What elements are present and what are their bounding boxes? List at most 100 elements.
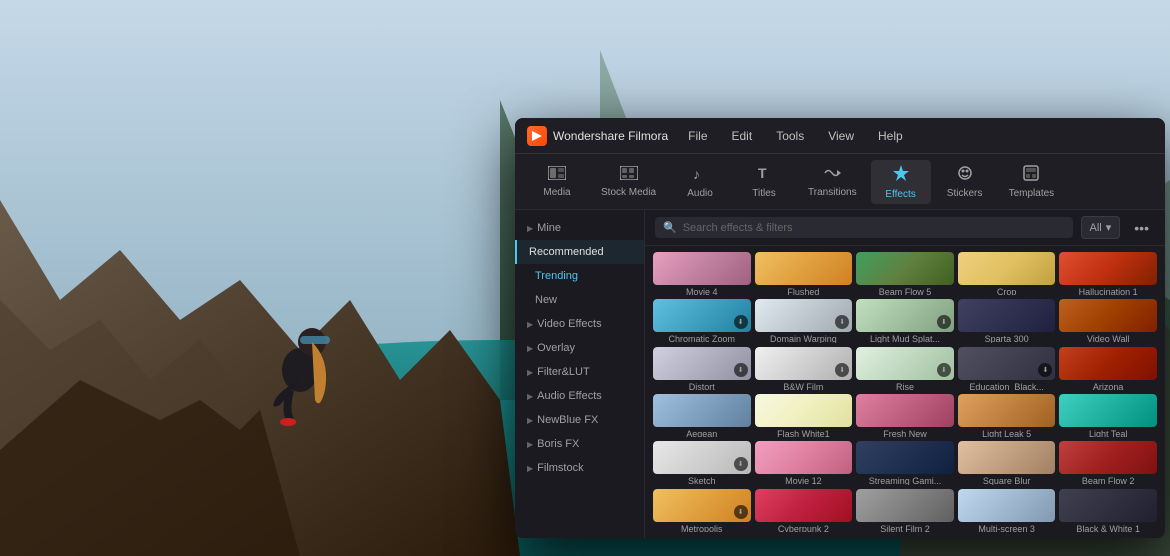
sidebar-item-filter-lut[interactable]: ▶ Filter&LUT xyxy=(515,360,644,384)
effect-item-multiscreen[interactable]: Multi-screen 3 xyxy=(958,489,1056,532)
sidebar-item-audio-effects[interactable]: ▶ Audio Effects xyxy=(515,384,644,408)
menu-view[interactable]: View xyxy=(824,127,858,145)
effect-label-movie4: Movie 4 xyxy=(653,285,751,295)
sidebar-item-mine[interactable]: ▶ Mine xyxy=(515,216,644,240)
effect-label-aegean: Aegean xyxy=(653,427,751,437)
effect-item-streaminggame[interactable]: Streaming Gami... xyxy=(856,441,954,484)
main-content: ▶ Mine Recommended Trending New ▶ Video … xyxy=(515,210,1165,538)
stickers-label: Stickers xyxy=(947,188,983,199)
effect-thumb-metropolis: ⬇ xyxy=(653,489,751,522)
sidebar-newblue-label: NewBlue FX xyxy=(537,414,598,426)
download-badge: ⬇ xyxy=(937,363,951,377)
effect-item-lightmud[interactable]: ⬇Light Mud Splat... xyxy=(856,299,954,342)
menu-tools[interactable]: Tools xyxy=(772,127,808,145)
effect-thumb-movie4 xyxy=(653,252,751,285)
svg-text:T: T xyxy=(758,165,767,181)
effect-label-streaminggame: Streaming Gami... xyxy=(856,474,954,484)
menu-edit[interactable]: Edit xyxy=(728,127,757,145)
effect-label-freshnew: Fresh New xyxy=(856,427,954,437)
effect-item-flushed[interactable]: Flushed xyxy=(755,252,853,295)
effect-thumb-lightteal xyxy=(1059,394,1157,427)
transitions-label: Transitions xyxy=(808,187,857,198)
effect-thumb-beamflow2 xyxy=(1059,441,1157,474)
tool-transitions[interactable]: Transitions xyxy=(798,162,867,202)
filter-dropdown[interactable]: All ▾ xyxy=(1081,216,1121,239)
effect-thumb-freshnew xyxy=(856,394,954,427)
menu-help[interactable]: Help xyxy=(874,127,907,145)
tool-media[interactable]: Media xyxy=(527,162,587,202)
effect-label-multiscreen: Multi-screen 3 xyxy=(958,522,1056,532)
app-title: Wondershare Filmora xyxy=(553,129,668,143)
templates-label: Templates xyxy=(1009,188,1055,199)
effect-label-beamflow2: Beam Flow 2 xyxy=(1059,474,1157,484)
effect-item-chromatic[interactable]: ⬇Chromatic Zoom xyxy=(653,299,751,342)
sidebar-item-recommended[interactable]: Recommended xyxy=(515,240,644,264)
tool-audio[interactable]: ♪ Audio xyxy=(670,161,730,203)
sidebar-item-video-effects[interactable]: ▶ Video Effects xyxy=(515,312,644,336)
tool-titles[interactable]: T Titles xyxy=(734,161,794,203)
effect-item-hallucination1[interactable]: Hallucination 1 xyxy=(1059,252,1157,295)
effect-item-bwfilm[interactable]: ⬇B&W Film xyxy=(755,347,853,390)
effect-item-lightleak5[interactable]: Light Leak 5 xyxy=(958,394,1056,437)
menu-file[interactable]: File xyxy=(684,127,711,145)
effect-item-movie4[interactable]: Movie 4 xyxy=(653,252,751,295)
sidebar-item-trending[interactable]: Trending xyxy=(515,264,644,288)
arrow-icon: ▶ xyxy=(527,464,533,473)
effect-thumb-sketch: ⬇ xyxy=(653,441,751,474)
effect-item-education[interactable]: ⬇Education_Black... xyxy=(958,347,1056,390)
effect-item-distort[interactable]: ⬇Distort xyxy=(653,347,751,390)
audio-label: Audio xyxy=(687,188,713,199)
filter-label: All xyxy=(1090,222,1102,234)
effect-label-domainwarp: Domain Warping xyxy=(755,332,853,342)
effect-label-squarblur: Square Blur xyxy=(958,474,1056,484)
effect-item-beamflow2[interactable]: Beam Flow 2 xyxy=(1059,441,1157,484)
effect-item-rise[interactable]: ⬇Rise xyxy=(856,347,954,390)
effect-label-sparta: Sparta 300 xyxy=(958,332,1056,342)
download-badge: ⬇ xyxy=(835,315,849,329)
effect-item-flashwhite[interactable]: Flash White1 xyxy=(755,394,853,437)
sidebar-new-label: New xyxy=(535,294,557,306)
title-bar: Wondershare Filmora File Edit Tools View… xyxy=(515,118,1165,154)
sidebar-item-new[interactable]: New xyxy=(515,288,644,312)
sidebar-video-effects-label: Video Effects xyxy=(537,318,601,330)
search-icon: 🔍 xyxy=(663,221,677,234)
effect-item-crop[interactable]: Crop xyxy=(958,252,1056,295)
effect-thumb-lightmud: ⬇ xyxy=(856,299,954,332)
download-badge: ⬇ xyxy=(937,315,951,329)
effect-item-aegean[interactable]: Aegean xyxy=(653,394,751,437)
effect-item-squarblur[interactable]: Square Blur xyxy=(958,441,1056,484)
effect-item-metropolis[interactable]: ⬇Metropolis xyxy=(653,489,751,532)
effect-item-movie12[interactable]: Movie 12 xyxy=(755,441,853,484)
effect-item-arizona[interactable]: Arizona xyxy=(1059,347,1157,390)
effect-thumb-bw1 xyxy=(1059,489,1157,522)
sidebar: ▶ Mine Recommended Trending New ▶ Video … xyxy=(515,210,645,538)
logo-icon xyxy=(527,126,547,146)
search-input[interactable] xyxy=(683,222,1065,234)
effect-item-sketch[interactable]: ⬇Sketch xyxy=(653,441,751,484)
effect-thumb-lightleak5 xyxy=(958,394,1056,427)
effect-item-domainwarp[interactable]: ⬇ Domain Warping xyxy=(755,299,853,342)
effect-item-silentfilm2[interactable]: Silent Film 2 xyxy=(856,489,954,532)
effect-item-sparta[interactable]: Sparta 300 xyxy=(958,299,1056,342)
tool-effects[interactable]: Effects xyxy=(871,160,931,204)
effect-item-freshnew[interactable]: Fresh New xyxy=(856,394,954,437)
sidebar-item-newblue-fx[interactable]: ▶ NewBlue FX xyxy=(515,408,644,432)
effect-label-bwfilm: B&W Film xyxy=(755,380,853,390)
sidebar-item-filmstock[interactable]: ▶ Filmstock xyxy=(515,456,644,480)
sidebar-item-overlay[interactable]: ▶ Overlay xyxy=(515,336,644,360)
tool-stock-media[interactable]: Stock Media xyxy=(591,162,666,202)
arrow-icon: ▶ xyxy=(527,320,533,329)
effect-item-lightteal[interactable]: Light Teal xyxy=(1059,394,1157,437)
effect-item-bw1[interactable]: Black & White 1 xyxy=(1059,489,1157,532)
more-options-button[interactable]: ••• xyxy=(1128,218,1155,238)
sidebar-filmstock-label: Filmstock xyxy=(537,462,583,474)
tool-templates[interactable]: Templates xyxy=(999,161,1065,203)
effect-item-cyberpunk2[interactable]: Cyberpunk 2 xyxy=(755,489,853,532)
effect-thumb-hallucination1 xyxy=(1059,252,1157,285)
tool-stickers[interactable]: Stickers xyxy=(935,161,995,203)
effect-item-beamflow5[interactable]: Beam Flow 5 xyxy=(856,252,954,295)
sidebar-item-boris-fx[interactable]: ▶ Boris FX xyxy=(515,432,644,456)
effect-item-videowall[interactable]: Video Wall xyxy=(1059,299,1157,342)
effect-thumb-domainwarp: ⬇ xyxy=(755,299,853,332)
effect-label-metropolis: Metropolis xyxy=(653,522,751,532)
